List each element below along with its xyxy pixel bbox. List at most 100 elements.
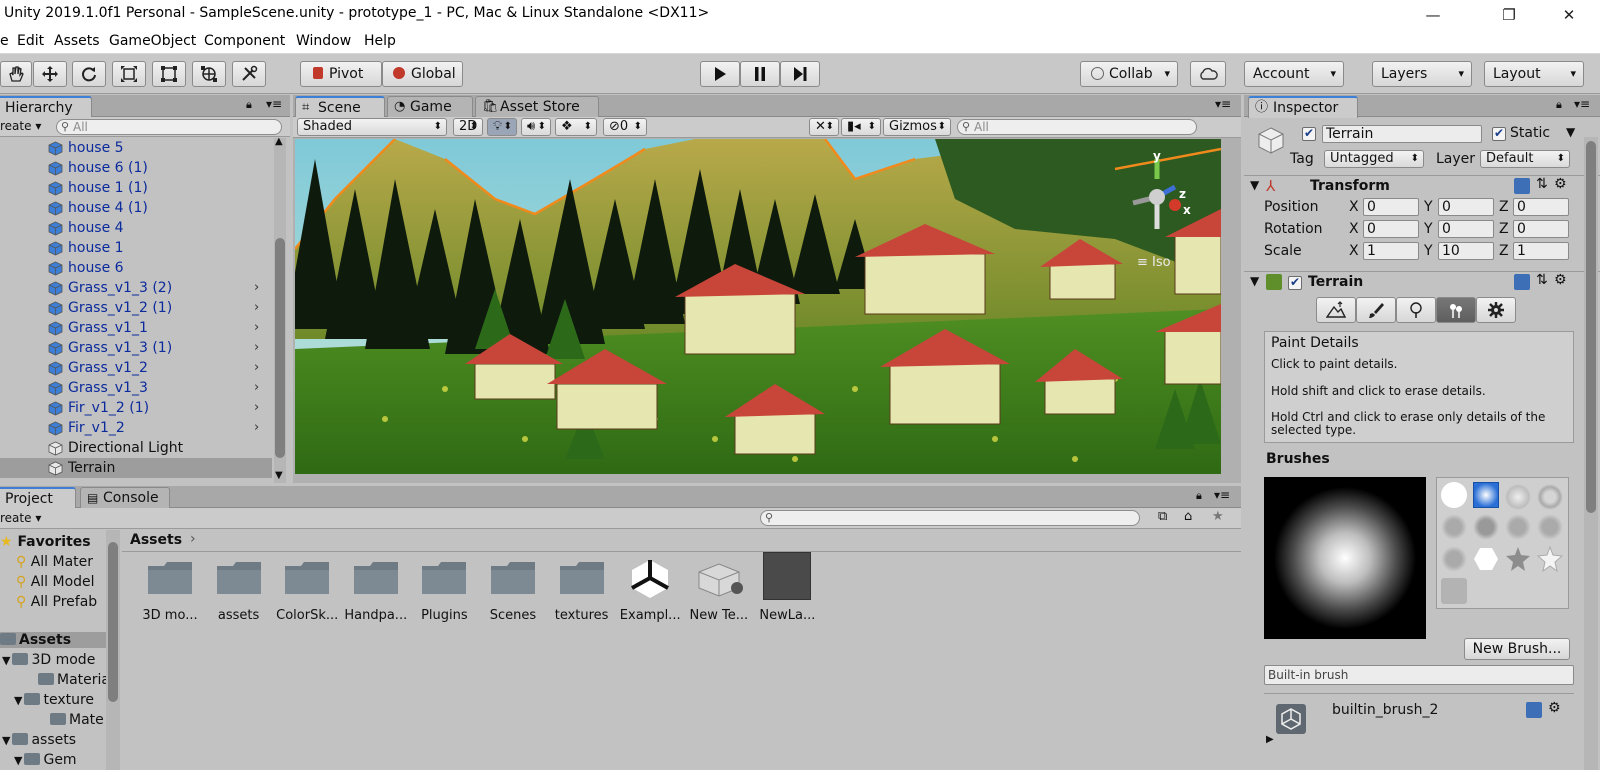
- reference-icon[interactable]: [1514, 178, 1530, 194]
- active-checkbox[interactable]: [1302, 126, 1316, 141]
- collapse-arrow-icon[interactable]: ▼: [1250, 274, 1259, 288]
- favorite-all-models[interactable]: ⚲ All Model: [16, 574, 95, 590]
- project-tree-item[interactable]: ▼ texture: [14, 692, 94, 708]
- project-tree-item[interactable]: Mate: [50, 712, 104, 728]
- gizmos-dropdown[interactable]: Gizmos: [883, 118, 951, 136]
- menu-assets[interactable]: Assets: [54, 33, 100, 49]
- tab-game[interactable]: ◔ Game: [387, 96, 473, 117]
- brush-option[interactable]: [1441, 546, 1467, 572]
- inspector-panel-menu-icon[interactable]: ▾≡: [1574, 97, 1590, 111]
- brush-option[interactable]: [1505, 514, 1531, 540]
- step-button[interactable]: [780, 61, 820, 87]
- brush-option[interactable]: [1441, 578, 1467, 604]
- favorites-header[interactable]: ★ Favorites: [0, 534, 91, 550]
- star-outline-brush-icon[interactable]: [1537, 546, 1563, 572]
- paint-details-button[interactable]: [1436, 297, 1476, 323]
- menu-file[interactable]: e: [0, 33, 9, 49]
- star-brush-icon[interactable]: [1505, 546, 1531, 572]
- inspector-lock-icon[interactable]: 🔒︎: [1556, 98, 1562, 112]
- project-tree-item[interactable]: Materia: [38, 672, 110, 688]
- scroll-up-icon[interactable]: ▲: [275, 136, 283, 147]
- scene-viewport[interactable]: y z x ≡ Iso: [293, 138, 1222, 474]
- scene-tools-button[interactable]: ✕: [809, 118, 839, 136]
- tab-hierarchy[interactable]: Hierarchy: [0, 96, 92, 118]
- transform-z-input[interactable]: 0: [1513, 198, 1569, 216]
- hand-tool-button[interactable]: [0, 61, 32, 87]
- hexagon-brush-icon[interactable]: [1473, 546, 1499, 572]
- menu-edit[interactable]: Edit: [17, 33, 44, 49]
- audio-toggle[interactable]: 🔊︎: [521, 118, 551, 136]
- transform-x-input[interactable]: 0: [1363, 198, 1419, 216]
- menu-gameobject[interactable]: GameObject: [109, 33, 196, 49]
- effects-dropdown[interactable]: ❖: [555, 118, 597, 136]
- layer-dropdown[interactable]: Default: [1480, 150, 1570, 168]
- reference-icon[interactable]: [1526, 702, 1542, 718]
- brush-option-selected[interactable]: [1473, 482, 1499, 508]
- play-button[interactable]: [700, 61, 740, 87]
- paint-texture-button[interactable]: [1356, 297, 1396, 323]
- paint-trees-button[interactable]: [1396, 297, 1436, 323]
- collapse-arrow-icon[interactable]: ▼: [14, 754, 22, 767]
- scene-search-input[interactable]: All: [957, 119, 1197, 135]
- brush-option[interactable]: [1441, 514, 1467, 540]
- collab-dropdown[interactable]: Collab: [1080, 61, 1178, 87]
- layout-dropdown[interactable]: Layout: [1484, 61, 1584, 87]
- scroll-down-icon[interactable]: ▼: [275, 470, 283, 481]
- layers-dropdown[interactable]: Layers: [1372, 61, 1472, 87]
- transform-y-input[interactable]: 0: [1438, 198, 1494, 216]
- rect-tool-button[interactable]: [152, 61, 186, 87]
- component-settings-icon[interactable]: ⚙: [1554, 176, 1567, 192]
- preset-icon[interactable]: ⇅: [1536, 272, 1548, 288]
- hierarchy-search-input[interactable]: All: [56, 119, 282, 135]
- close-button[interactable]: ✕: [1546, 2, 1592, 28]
- menu-component[interactable]: Component: [204, 33, 285, 49]
- custom-tool-button[interactable]: [232, 61, 266, 87]
- transform-header[interactable]: ▼ ⅄ Transform ⇅ ⚙: [1244, 175, 1600, 197]
- global-toggle[interactable]: Global: [382, 61, 463, 87]
- menu-window[interactable]: Window: [296, 33, 351, 49]
- lighting-toggle[interactable]: 💡︎: [487, 118, 517, 136]
- maximize-button[interactable]: ❐: [1486, 2, 1532, 28]
- project-create-button[interactable]: reate ▾: [0, 511, 41, 525]
- collapse-arrow-icon[interactable]: ▼: [14, 694, 22, 707]
- tab-inspector[interactable]: ⓘ Inspector: [1248, 96, 1358, 118]
- move-tool-button[interactable]: [33, 61, 67, 87]
- lock-icon[interactable]: 🔒︎: [246, 98, 252, 112]
- tab-asset-store[interactable]: 🛍︎ Asset Store: [475, 96, 599, 117]
- pivot-toggle[interactable]: Pivot: [300, 61, 382, 87]
- brush-asset-entry[interactable]: builtin_brush_2 ⚙ ▶: [1264, 693, 1574, 763]
- transform-z-input[interactable]: 0: [1513, 220, 1569, 238]
- component-settings-icon[interactable]: ⚙: [1554, 272, 1567, 288]
- static-dropdown-arrow[interactable]: ▼: [1566, 125, 1575, 139]
- favorite-all-prefabs[interactable]: ⚲ All Prefab: [16, 594, 97, 610]
- settings-icon[interactable]: ⚙: [1548, 700, 1561, 716]
- 2d-toggle[interactable]: 2D: [453, 118, 483, 136]
- static-checkbox[interactable]: [1492, 126, 1506, 141]
- minimize-button[interactable]: —: [1410, 2, 1456, 28]
- favorite-all-materials[interactable]: ⚲ All Mater: [16, 554, 93, 570]
- scene-panel-menu-icon[interactable]: ▾≡: [1215, 97, 1231, 111]
- collapse-arrow-icon[interactable]: ▼: [1250, 178, 1259, 192]
- shading-mode-dropdown[interactable]: Shaded: [297, 118, 447, 136]
- terrain-header[interactable]: ▼ Terrain ⇅ ⚙: [1244, 271, 1600, 293]
- tag-dropdown[interactable]: Untagged: [1324, 150, 1424, 168]
- project-tree-item[interactable]: ▼ Gem: [14, 752, 77, 768]
- panel-menu-icon[interactable]: ▾≡: [266, 97, 282, 111]
- assets-root[interactable]: Assets: [0, 632, 106, 648]
- terrain-settings-button[interactable]: [1476, 297, 1516, 323]
- hierarchy-item[interactable]: Terrain: [0, 458, 272, 478]
- tab-project[interactable]: Project: [0, 487, 76, 509]
- hierarchy-create-button[interactable]: reate ▾: [0, 119, 41, 133]
- account-dropdown[interactable]: Account: [1244, 61, 1344, 87]
- hierarchy-scroll-thumb[interactable]: [275, 238, 285, 458]
- scale-tool-button[interactable]: [112, 61, 146, 87]
- transform-z-input[interactable]: 1: [1513, 242, 1569, 260]
- iso-label[interactable]: ≡ Iso: [1137, 255, 1171, 270]
- new-brush-button[interactable]: New Brush...: [1464, 638, 1570, 660]
- brush-option[interactable]: [1537, 484, 1563, 510]
- inspector-scroll-thumb[interactable]: [1586, 141, 1596, 513]
- project-tree-scrollbar[interactable]: [106, 530, 120, 770]
- brush-option[interactable]: [1537, 514, 1563, 540]
- project-tree-scroll-thumb[interactable]: [108, 542, 118, 702]
- collapse-arrow-icon[interactable]: ▼: [2, 654, 10, 667]
